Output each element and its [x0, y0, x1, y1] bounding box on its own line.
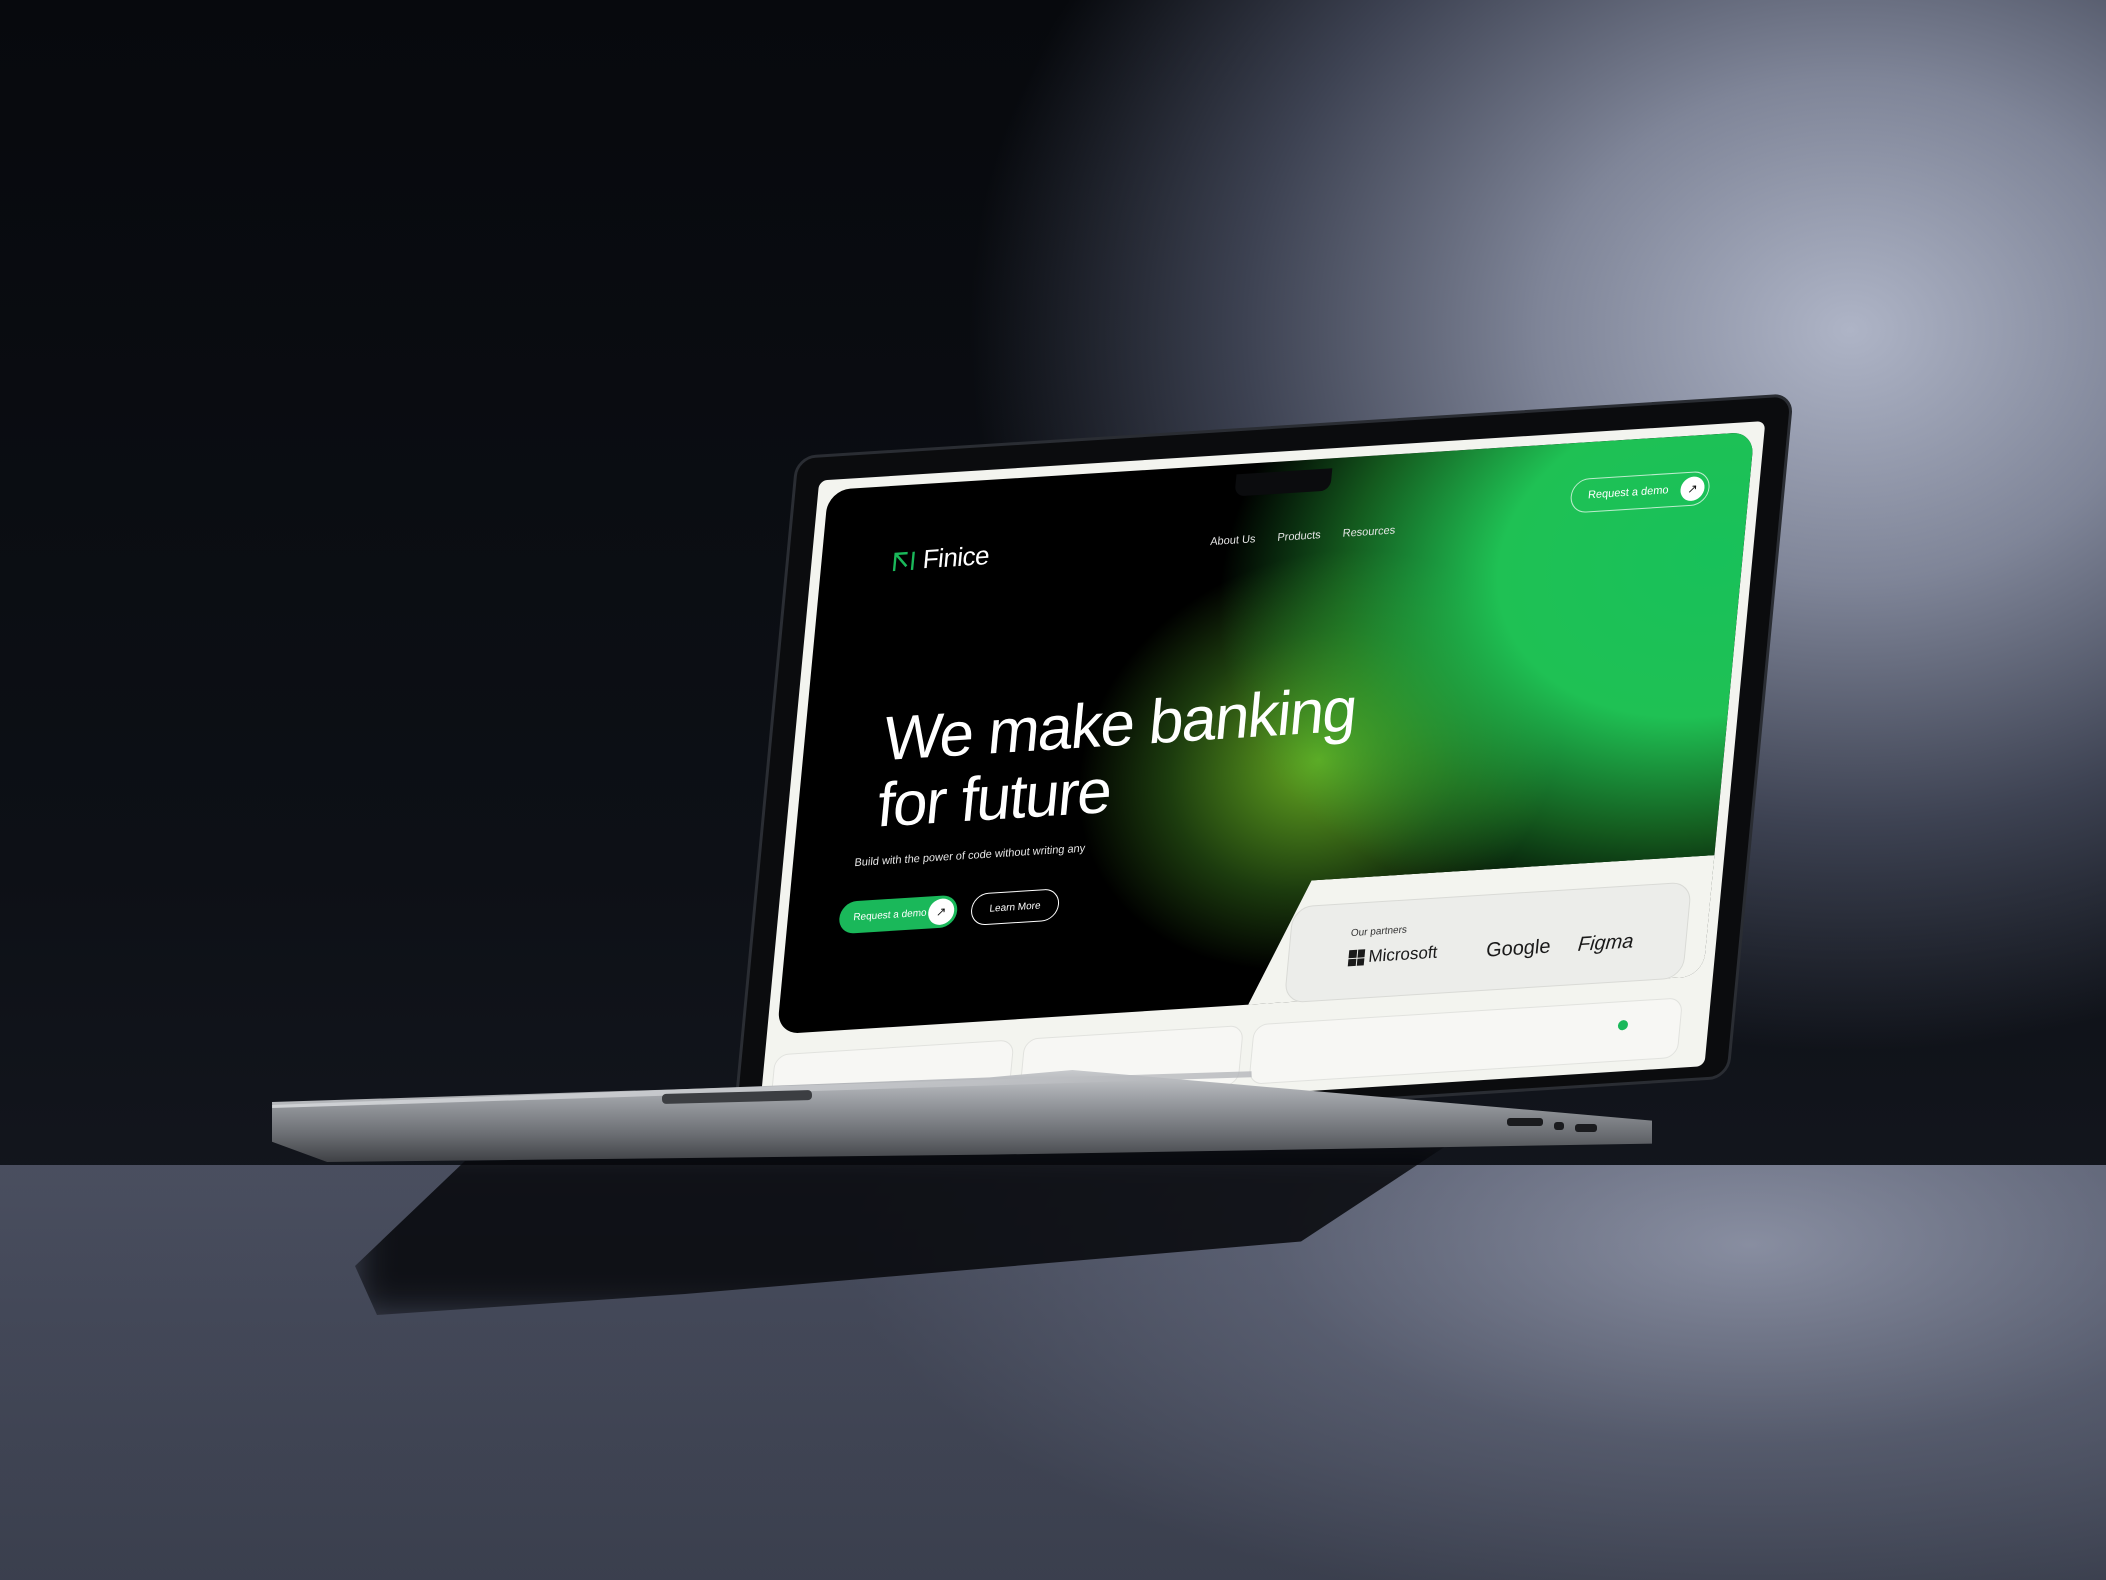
laptop-lid: Finice About Us Products Resources Reque… [730, 393, 1794, 1142]
arrow-up-right-icon: ↗ [926, 897, 956, 926]
brand-name: Finice [921, 539, 991, 575]
header-request-demo-label: Request a demo [1587, 484, 1670, 502]
laptop-base [272, 1070, 1652, 1162]
microsoft-logo-icon [1347, 949, 1366, 967]
arrow-up-right-icon: ↗ [1679, 475, 1706, 502]
laptop-mockup: Finice About Us Products Resources Reque… [730, 393, 1794, 1142]
brand-logo[interactable]: Finice [891, 539, 991, 577]
partner-microsoft: Microsoft [1347, 942, 1439, 969]
partners-label: Our partners [1350, 924, 1408, 940]
partner-google: Google [1485, 935, 1552, 962]
partner-figma: Figma [1576, 930, 1635, 956]
finice-logo-icon [892, 551, 915, 571]
hero-request-demo-label: Request a demo [852, 907, 928, 923]
learn-more-label: Learn More [988, 899, 1042, 915]
website-screen: Finice About Us Products Resources Reque… [758, 421, 1766, 1126]
partner-microsoft-label: Microsoft [1367, 942, 1439, 967]
usb-port [1554, 1122, 1564, 1130]
status-dot [1617, 1019, 1629, 1031]
sd-card-port [1507, 1118, 1543, 1126]
hdmi-port [1575, 1124, 1597, 1132]
